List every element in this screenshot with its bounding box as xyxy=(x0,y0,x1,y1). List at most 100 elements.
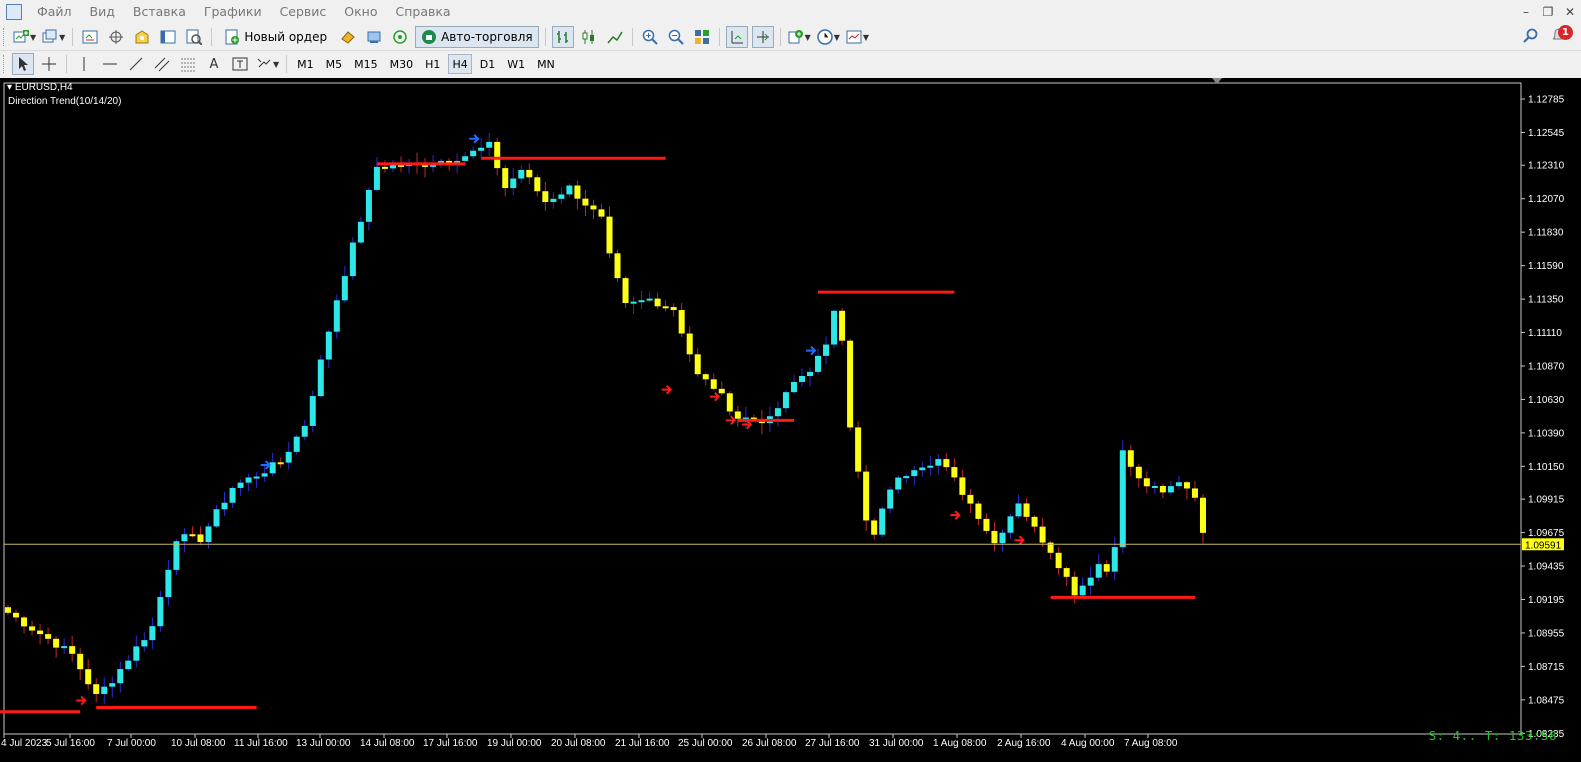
timeframe-h4[interactable]: H4 xyxy=(448,54,472,74)
y-tick-label: 1.11110 xyxy=(1528,328,1562,339)
new-chart-button[interactable]: ▼ xyxy=(12,26,37,48)
minimize-button[interactable]: – xyxy=(1515,0,1537,24)
candle-bear xyxy=(959,477,966,495)
candle-bear xyxy=(967,494,974,504)
timeframe-w1[interactable]: W1 xyxy=(503,54,529,74)
notifications-button[interactable]: 1 xyxy=(1551,25,1573,46)
candle-bull xyxy=(333,300,340,332)
candle-bear xyxy=(1143,478,1150,487)
price-chart[interactable]: 1.12785 1.12545 1.12310 1.12070 1.11830 1.115… xyxy=(0,78,1581,762)
candlestick-button[interactable] xyxy=(578,26,600,48)
candle-bull xyxy=(117,669,124,684)
text-tool-button[interactable]: A xyxy=(203,53,225,75)
menu-insert[interactable]: Вставка xyxy=(124,0,195,24)
market-button[interactable] xyxy=(363,26,385,48)
timeframe-m30[interactable]: M30 xyxy=(386,54,418,74)
candle-bear xyxy=(494,141,501,169)
y-tick-label: 1.12545 xyxy=(1528,128,1565,139)
profiles-button[interactable]: ▼ xyxy=(41,26,66,48)
periods-button[interactable]: ▼ xyxy=(816,26,841,48)
templates-button[interactable]: ▼ xyxy=(845,26,870,48)
candle-bull xyxy=(823,344,830,356)
menu-tools[interactable]: Сервис xyxy=(271,0,336,24)
toolbar-separator xyxy=(544,28,546,46)
periods-icon xyxy=(817,29,833,45)
menu-help[interactable]: Справка xyxy=(387,0,460,24)
trendline-button[interactable] xyxy=(125,53,147,75)
timeframe-m1[interactable]: M1 xyxy=(293,54,318,74)
navigator-button[interactable] xyxy=(105,26,127,48)
restore-button[interactable]: ❐ xyxy=(1537,0,1559,24)
status-readout: S: 4.. T: 133:58 xyxy=(1428,728,1557,743)
close-button[interactable]: ✕ xyxy=(1559,0,1581,24)
candle-bull xyxy=(1079,585,1086,596)
arrows-tool-button[interactable]: ▼ xyxy=(255,53,280,75)
timeframe-m5[interactable]: M5 xyxy=(322,54,347,74)
candle-bull xyxy=(109,683,116,687)
equidistant-channel-button[interactable] xyxy=(151,53,173,75)
bar-chart-button[interactable] xyxy=(551,26,574,48)
x-tick-label: 4 Jul 2023 xyxy=(1,738,48,749)
candle-bull xyxy=(237,482,244,488)
autoscroll-icon xyxy=(755,29,771,45)
candle-bull xyxy=(558,194,565,199)
horizontal-line-button[interactable] xyxy=(99,53,121,75)
signal-arrow-icon xyxy=(469,134,480,144)
menu-view[interactable]: Вид xyxy=(81,0,124,24)
candle-bull xyxy=(550,198,557,202)
menu-file[interactable]: Файл xyxy=(28,0,81,24)
candle-bear xyxy=(189,534,196,537)
fibonacci-button[interactable] xyxy=(177,53,199,75)
terminal-button[interactable] xyxy=(157,26,179,48)
candle-bull xyxy=(373,166,380,190)
zoom-out-button[interactable] xyxy=(665,26,687,48)
market-watch-button[interactable] xyxy=(79,26,101,48)
new-order-button[interactable]: Новый ордер xyxy=(218,26,333,48)
menu-charts[interactable]: Графики xyxy=(195,0,271,24)
data-window-button[interactable] xyxy=(131,26,153,48)
candle-bear xyxy=(606,216,613,254)
candle-bull xyxy=(325,331,332,360)
menu-window[interactable]: Окно xyxy=(335,0,386,24)
candle-bull xyxy=(919,467,926,471)
candle-bull xyxy=(317,359,324,397)
zoom-in-button[interactable] xyxy=(639,26,661,48)
cursor-arrow-icon xyxy=(15,56,31,72)
crosshair-tool-button[interactable] xyxy=(38,53,60,75)
line-chart-button[interactable] xyxy=(604,26,626,48)
indicators-button[interactable]: ▼ xyxy=(787,26,812,48)
candle-bull xyxy=(301,425,308,437)
candle-bear xyxy=(13,612,20,618)
market-icon xyxy=(366,29,382,45)
toolbar-grip[interactable] xyxy=(3,55,7,73)
chart-window[interactable]: 1.12785 1.12545 1.12310 1.12070 1.11830 1.115… xyxy=(0,78,1581,762)
vertical-line-icon xyxy=(76,56,92,72)
y-tick-label: 1.10390 xyxy=(1528,428,1565,439)
chart-shift-button[interactable] xyxy=(725,26,748,48)
toolbar-grip[interactable] xyxy=(3,28,7,46)
autotrading-button[interactable]: Авто-торговля xyxy=(415,26,539,48)
signals-button[interactable] xyxy=(389,26,411,48)
search-icon[interactable] xyxy=(1523,28,1539,44)
app-logo-icon xyxy=(6,4,22,20)
candle-bull xyxy=(101,686,108,695)
autoscroll-button[interactable] xyxy=(751,26,774,48)
candle-bear xyxy=(542,191,549,202)
candle-bull xyxy=(1087,577,1094,586)
candle-bear xyxy=(534,177,541,192)
line-chart-icon xyxy=(607,29,623,45)
timeframe-d1[interactable]: D1 xyxy=(476,54,499,74)
candle-bull xyxy=(790,381,797,393)
strategy-tester-button[interactable] xyxy=(183,26,205,48)
cursor-tool-button[interactable] xyxy=(12,53,34,75)
candle-bear xyxy=(1055,552,1062,569)
vertical-line-button[interactable] xyxy=(73,53,95,75)
arrows-icon xyxy=(256,56,272,72)
timeframe-h1[interactable]: H1 xyxy=(421,54,444,74)
timeframe-m15[interactable]: M15 xyxy=(350,54,382,74)
tile-windows-button[interactable] xyxy=(691,26,713,48)
metaeditor-button[interactable] xyxy=(337,26,359,48)
timeframe-mn[interactable]: MN xyxy=(533,54,559,74)
candle-bear xyxy=(983,518,990,531)
text-label-tool-button[interactable] xyxy=(229,53,251,75)
